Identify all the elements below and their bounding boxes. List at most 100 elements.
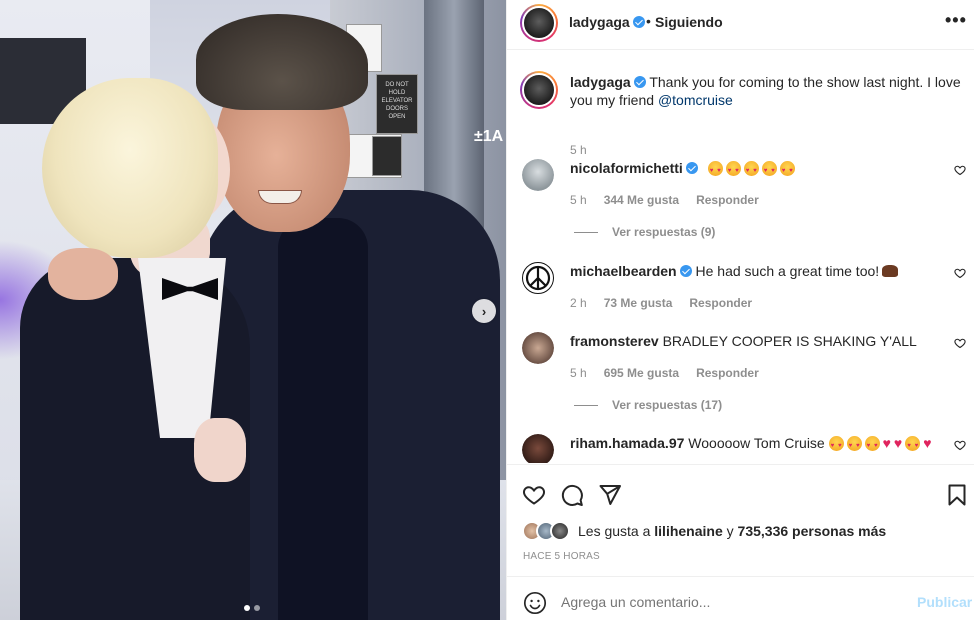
view-replies-button[interactable]: Ver respuestas (9) [574, 225, 715, 239]
replies-divider [574, 231, 598, 233]
save-bookmark-icon[interactable] [945, 483, 969, 507]
raising-hands-emoji [882, 265, 899, 277]
wall-poster [372, 136, 402, 176]
commenter-avatar[interactable] [522, 434, 554, 463]
comments-list[interactable]: ladygaga Thank you for coming to the sho… [507, 51, 974, 463]
caption-timestamp[interactable]: 5 h [570, 143, 587, 157]
comment-text: michaelbearden He had such a great time … [570, 262, 940, 280]
liker-avatar[interactable] [550, 521, 570, 541]
avatar-image [522, 159, 554, 191]
commenter-username-link[interactable]: riham.hamada.97 [570, 435, 684, 451]
carousel-dot [254, 605, 260, 611]
comment-text: riham.hamada.97 Wooooow Tom Cruise ♥ ♥♥ [570, 434, 940, 455]
comment-likes-count[interactable]: 344 Me gusta [604, 193, 679, 207]
author-username-row: ladygaga [569, 14, 645, 30]
comment-likes-count[interactable]: 73 Me gusta [604, 296, 673, 310]
person-man-hand [48, 248, 118, 300]
person-woman-hand [194, 418, 246, 482]
comment-meta: 2 h 73 Me gusta Responder [570, 296, 752, 310]
red-heart-emoji: ♥ [893, 435, 903, 451]
comment-body: BRADLEY COOPER IS SHAKING Y'ALL [662, 333, 917, 349]
heart-eyes-emoji [743, 161, 759, 180]
comment-timestamp[interactable]: 5 h [570, 193, 587, 207]
peace-sign-icon [525, 265, 551, 291]
comment-likes-count[interactable]: 695 Me gusta [604, 366, 679, 380]
floor-sign: ±1A [474, 128, 504, 145]
separator-dot: • [646, 13, 651, 29]
comment-text: framonsterev BRADLEY COOPER IS SHAKING Y… [570, 332, 940, 350]
mention-link[interactable]: @tomcruise [658, 92, 733, 108]
comment-meta: 5 h 695 Me gusta Responder [570, 366, 759, 380]
commenter-username-link[interactable]: framonsterev [570, 333, 659, 349]
heart-eyes-emoji [828, 436, 844, 455]
commenter-avatar[interactable] [522, 262, 554, 294]
like-heart-icon[interactable] [522, 483, 546, 507]
view-replies-button[interactable]: Ver respuestas (17) [574, 398, 722, 412]
heart-eyes-emoji [761, 161, 777, 180]
verified-badge-icon [632, 16, 645, 28]
heart-outline-icon[interactable] [954, 164, 966, 176]
caption-username-link[interactable]: ladygaga [570, 74, 631, 90]
person-woman-hair [42, 78, 218, 258]
more-options-icon[interactable]: ••• [945, 10, 967, 31]
red-heart-emoji: ♥ [923, 435, 932, 451]
comment-input[interactable] [561, 594, 861, 610]
likes-text: Les gusta a lilihenaine y 735,336 person… [578, 523, 887, 539]
add-comment-bar: Publicar [507, 576, 974, 620]
verified-badge-icon [685, 162, 698, 174]
heart-outline-icon[interactable] [954, 337, 966, 349]
caption-text: ladygaga Thank you for coming to the sho… [570, 73, 970, 109]
avatar-image [522, 434, 554, 463]
post-timestamp[interactable]: HACE 5 HORAS [523, 551, 600, 562]
chevron-right-icon: › [481, 303, 487, 319]
heart-eyes-emoji [779, 161, 795, 180]
emoji-picker-icon[interactable] [523, 591, 547, 615]
post-side-panel: ladygaga • Siguiendo ••• ladygaga Thank … [506, 0, 974, 620]
reply-button[interactable]: Responder [689, 296, 752, 310]
post-photo[interactable]: DO NOT HOLD ELEVATOR DOORS OPEN ±1A › [0, 0, 506, 620]
commenter-avatar[interactable] [522, 332, 554, 364]
verified-badge-icon [679, 265, 692, 277]
comment-text: nicolaformichetti [570, 159, 940, 180]
reply-button[interactable]: Responder [696, 366, 759, 380]
post-actions: Les gusta a lilihenaine y 735,336 person… [507, 464, 974, 576]
caption-avatar[interactable] [520, 71, 558, 109]
author-avatar[interactable] [520, 4, 558, 42]
likes-count-link[interactable]: 735,336 personas más [738, 523, 887, 539]
comment-bubble-icon[interactable] [560, 483, 584, 507]
avatar-image [522, 332, 554, 364]
verified-badge-icon [633, 76, 646, 88]
author-username-link[interactable]: ladygaga [569, 14, 630, 30]
carousel-dot-active [244, 605, 250, 611]
post-header: ladygaga • Siguiendo ••• [507, 0, 974, 50]
comment-meta: 5 h 344 Me gusta Responder [570, 193, 759, 207]
comment-timestamp[interactable]: 5 h [570, 366, 587, 380]
heart-eyes-emoji [725, 161, 741, 180]
red-heart-emoji: ♥ [882, 435, 891, 451]
commenter-avatar[interactable] [522, 159, 554, 191]
heart-eyes-emoji [707, 161, 723, 180]
heart-eyes-emoji [905, 436, 921, 455]
person-man-hair [196, 14, 368, 110]
person-man-shirt [278, 218, 368, 620]
commenter-username-link[interactable]: michaelbearden [570, 263, 677, 279]
reply-button[interactable]: Responder [696, 193, 759, 207]
replies-divider [574, 404, 598, 406]
liker-username-link[interactable]: lilihenaine [654, 523, 722, 539]
commenter-username-link[interactable]: nicolaformichetti [570, 160, 683, 176]
elevator-notice: DO NOT HOLD ELEVATOR DOORS OPEN [376, 74, 418, 134]
following-button[interactable]: Siguiendo [655, 14, 723, 30]
comment-body: He had such a great time too! [695, 263, 880, 279]
publish-button[interactable]: Publicar [917, 594, 972, 610]
heart-outline-icon[interactable] [954, 267, 966, 279]
avatar-image [522, 6, 556, 40]
heart-eyes-emoji [846, 436, 862, 455]
carousel-next-button[interactable]: › [472, 299, 496, 323]
share-paper-plane-icon[interactable] [598, 483, 622, 507]
heart-eyes-emoji [864, 436, 880, 455]
carousel-dots [244, 605, 260, 611]
heart-outline-icon[interactable] [954, 439, 966, 451]
likes-summary: Les gusta a lilihenaine y 735,336 person… [522, 521, 886, 541]
comment-timestamp[interactable]: 2 h [570, 296, 587, 310]
comment-body: Wooooow Tom Cruise [688, 435, 825, 451]
